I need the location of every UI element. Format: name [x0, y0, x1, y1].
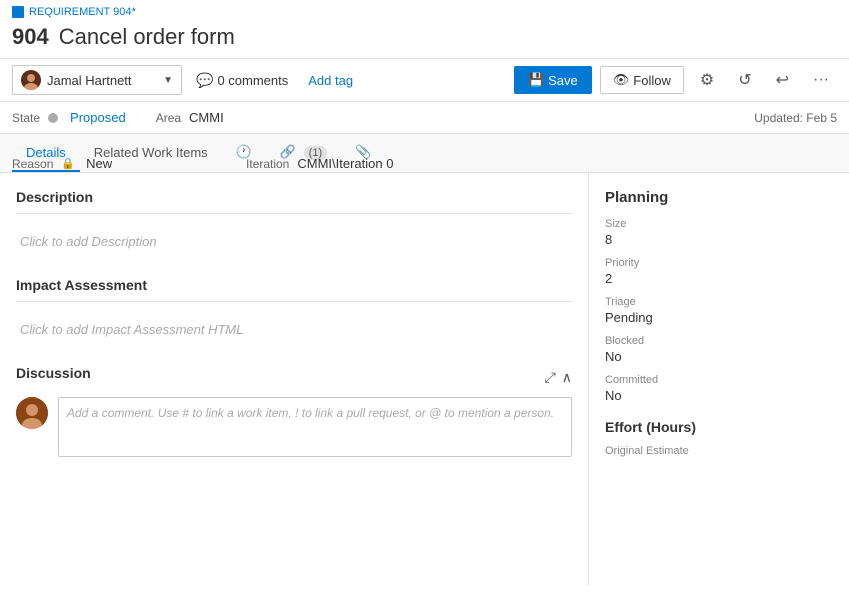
state-value: Proposed: [70, 110, 126, 125]
follow-label: Follow: [633, 73, 671, 88]
description-placeholder[interactable]: Click to add Description: [16, 226, 572, 257]
description-divider: [16, 213, 572, 214]
title-row: 904 Cancel order form: [12, 20, 837, 58]
gear-icon: ⚙: [700, 72, 714, 89]
save-label: Save: [548, 73, 578, 88]
state-label: State: [12, 111, 40, 125]
left-panel: Description Click to add Description Imp…: [0, 173, 589, 586]
impact-divider: [16, 301, 572, 302]
blocked-field: Blocked No: [605, 335, 833, 364]
dropdown-arrow-icon: ▼: [163, 75, 173, 86]
planning-title: Planning: [605, 189, 833, 206]
refresh-button[interactable]: ↺: [730, 65, 759, 95]
blocked-label: Blocked: [605, 335, 833, 347]
reason-label: Reason: [12, 157, 53, 171]
description-title: Description: [16, 189, 572, 205]
committed-value: No: [605, 388, 833, 403]
work-item-id: 904: [12, 24, 49, 50]
toolbar: Jamal Hartnett ▼ 💬 0 comments Add tag 💾 …: [0, 59, 849, 102]
area-label: Area: [156, 111, 181, 125]
size-value: 8: [605, 232, 833, 247]
updated-text: Updated: Feb 5: [754, 111, 837, 125]
undo-icon: ↩: [776, 72, 789, 89]
priority-label: Priority: [605, 257, 833, 269]
reason-field: Reason 🔒 New: [12, 156, 112, 171]
committed-field: Committed No: [605, 374, 833, 403]
save-button[interactable]: 💾 Save: [514, 66, 592, 94]
requirement-icon: [12, 6, 24, 18]
comment-placeholder: Add a comment. Use # to link a work item…: [67, 406, 554, 420]
discussion-input-area: Add a comment. Use # to link a work item…: [16, 397, 572, 457]
breadcrumb-text: REQUIREMENT 904*: [29, 6, 136, 18]
add-tag-button[interactable]: Add tag: [302, 69, 359, 92]
size-label: Size: [605, 218, 833, 230]
undo-button[interactable]: ↩: [768, 65, 797, 95]
state-dot: [48, 113, 58, 123]
area-field: Area CMMI: [156, 110, 224, 125]
iteration-label: Iteration: [246, 157, 289, 171]
original-estimate-label: Original Estimate: [605, 445, 833, 457]
discussion-icons: ⤢ ∧: [545, 369, 572, 386]
tabs-row: Details Related Work Items 🕐 🔗 (1) 📎: [0, 134, 849, 173]
blocked-value: No: [605, 349, 833, 364]
reason-value: New: [86, 156, 112, 171]
more-icon: ···: [813, 71, 829, 88]
priority-field: Priority 2: [605, 257, 833, 286]
save-icon: 💾: [528, 72, 544, 88]
expand-discussion-button[interactable]: ⤢: [545, 369, 556, 386]
effort-title: Effort (Hours): [605, 419, 833, 435]
assigned-to-select[interactable]: Jamal Hartnett ▼: [12, 65, 182, 95]
collapse-discussion-button[interactable]: ∧: [562, 369, 572, 386]
state-field: State Proposed: [12, 110, 126, 125]
discussion-title: Discussion: [16, 365, 91, 381]
discussion-section: Discussion ⤢ ∧ Add a comment. Use # to l…: [16, 365, 572, 457]
triage-value: Pending: [605, 310, 833, 325]
work-item-title: Cancel order form: [59, 24, 235, 50]
priority-value: 2: [605, 271, 833, 286]
assigned-name: Jamal Hartnett: [47, 73, 159, 88]
iteration-field: Iteration CMMI\Iteration 0: [246, 156, 393, 171]
committed-label: Committed: [605, 374, 833, 386]
user-avatar: [16, 397, 48, 429]
eye-icon: 👁: [613, 72, 630, 88]
more-options-button[interactable]: ···: [805, 66, 837, 94]
discussion-header: Discussion ⤢ ∧: [16, 365, 572, 389]
state-row: State Proposed Area CMMI Updated: Feb 5 …: [0, 102, 849, 134]
comment-icon: 💬: [196, 72, 213, 89]
area-value: CMMI: [189, 110, 224, 125]
comments-button[interactable]: 💬 0 comments: [190, 68, 294, 93]
right-panel: Planning Size 8 Priority 2 Triage Pendin…: [589, 173, 849, 586]
impact-section: Impact Assessment Click to add Impact As…: [16, 277, 572, 345]
comments-count: 0 comments: [217, 73, 288, 88]
refresh-icon: ↺: [738, 72, 751, 89]
main-content: Description Click to add Description Imp…: [0, 173, 849, 586]
avatar: [21, 70, 41, 90]
triage-label: Triage: [605, 296, 833, 308]
iteration-value: CMMI\Iteration 0: [297, 156, 393, 171]
description-section: Description Click to add Description: [16, 189, 572, 257]
comment-input[interactable]: Add a comment. Use # to link a work item…: [58, 397, 572, 457]
breadcrumb: REQUIREMENT 904*: [12, 0, 837, 20]
follow-button[interactable]: 👁 Follow: [600, 66, 684, 94]
planning-fields: Size 8 Priority 2 Triage Pending Blocked…: [605, 218, 833, 403]
impact-title: Impact Assessment: [16, 277, 572, 293]
impact-placeholder[interactable]: Click to add Impact Assessment HTML: [16, 314, 572, 345]
settings-button[interactable]: ⚙: [692, 65, 722, 95]
triage-field: Triage Pending: [605, 296, 833, 325]
size-field: Size 8: [605, 218, 833, 247]
lock-icon: 🔒: [61, 157, 75, 170]
